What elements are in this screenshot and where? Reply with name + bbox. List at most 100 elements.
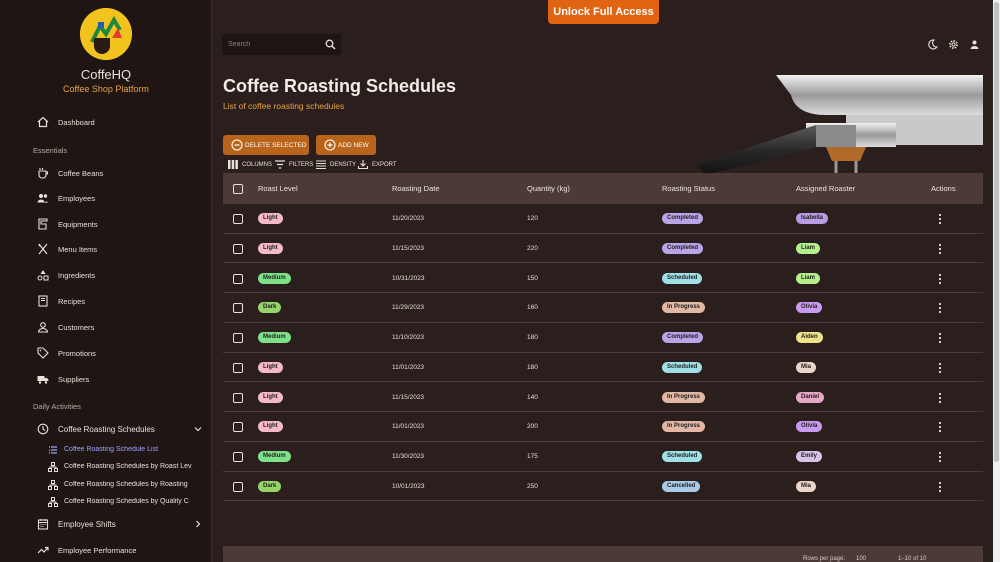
sidebar-item-equipments[interactable]: Equipments <box>0 213 211 235</box>
hierarchy-icon <box>48 497 58 507</box>
more-vert-icon[interactable] <box>937 213 943 225</box>
sidebar-subitem-roasting-by-roast-level[interactable]: Coffee Roasting Schedules by Roast Lev <box>0 459 211 475</box>
more-vert-icon[interactable] <box>937 362 943 374</box>
sidebar-subitem-label: Coffee Roasting Schedules by Roasting <box>64 481 188 488</box>
quantity-cell: 175 <box>527 453 538 460</box>
row-checkbox[interactable] <box>233 243 243 254</box>
table-row[interactable]: Medium 11/10/2023 180 Completed Aiden <box>223 323 983 353</box>
roasting-status-chip: Completed <box>662 242 704 254</box>
page-scrollbar[interactable] <box>993 0 1000 562</box>
more-vert-icon[interactable] <box>937 392 943 404</box>
table-row[interactable]: Dark 10/01/2023 250 Cancelled Mia <box>223 472 983 502</box>
table-row[interactable]: Light 11/01/2023 180 Scheduled Mia <box>223 353 983 383</box>
table-row[interactable]: Medium 10/31/2023 150 Scheduled Liam <box>223 264 983 294</box>
quantity-cell: 180 <box>527 363 538 371</box>
unlock-full-access-button[interactable]: Unlock Full Access <box>548 0 659 24</box>
sidebar-item-employees[interactable]: Employees <box>0 187 211 209</box>
table-row[interactable]: Light 11/15/2023 140 In Progress Daniel <box>223 383 983 413</box>
sidebar-subitem-label: Coffee Roasting Schedule List <box>64 446 159 453</box>
row-checkbox[interactable] <box>233 333 243 343</box>
roasting-status-chip: Scheduled <box>662 361 703 373</box>
sidebar-item-coffee-beans[interactable]: Coffee Beans <box>0 162 211 184</box>
sidebar-item-label: Employee Shifts <box>58 519 116 529</box>
add-new-button[interactable]: ADD NEW <box>316 135 376 155</box>
sidebar-item-label: Suppliers <box>58 374 90 384</box>
sidebar-subitem-roasting-by-quality[interactable]: Coffee Roasting Schedules by Quality C <box>0 494 211 510</box>
column-header-roast-level[interactable]: Roast Level <box>258 184 298 193</box>
roasting-status-chip: Completed <box>662 332 704 343</box>
sidebar-subitem-roasting-list[interactable]: Coffee Roasting Schedule List <box>0 442 211 458</box>
rows-per-page-select[interactable]: 100 <box>856 556 866 562</box>
more-vert-icon[interactable] <box>937 273 943 285</box>
roast-level-chip: Medium <box>258 451 291 462</box>
book-icon <box>38 295 48 307</box>
sidebar-item-suppliers[interactable]: Suppliers <box>0 368 211 390</box>
row-checkbox[interactable] <box>233 303 243 314</box>
table-row[interactable]: Light 11/15/2023 220 Completed Liam <box>223 234 983 264</box>
quantity-cell: 160 <box>527 304 538 312</box>
roasting-date-cell: 10/01/2023 <box>392 482 425 490</box>
roasting-date-cell: 11/01/2023 <box>392 423 425 431</box>
chevron-down-icon <box>194 427 202 432</box>
more-vert-icon[interactable] <box>937 421 943 433</box>
row-checkbox[interactable] <box>233 481 243 492</box>
sidebar-item-dashboard[interactable]: Dashboard <box>0 111 211 133</box>
row-checkbox[interactable] <box>233 362 243 373</box>
table-row[interactable]: Dark 11/29/2023 160 In Progress Olivia <box>223 293 983 323</box>
more-vert-icon[interactable] <box>937 332 943 344</box>
table-row[interactable]: Light 11/01/2023 200 In Progress Olivia <box>223 412 983 442</box>
sidebar-item-ingredients[interactable]: Ingredients <box>0 264 211 286</box>
assigned-roaster-chip: Olivia <box>796 302 823 314</box>
more-vert-icon[interactable] <box>937 302 943 314</box>
column-header-roasting-date[interactable]: Roasting Date <box>392 184 440 193</box>
column-header-assigned-roaster[interactable]: Assigned Roaster <box>796 184 855 193</box>
sidebar-item-recipes[interactable]: Recipes <box>0 290 211 312</box>
delete-selected-label: DELETE SELECTED <box>245 141 307 149</box>
sidebar-item-label: Coffee Roasting Schedules <box>58 424 155 434</box>
sidebar-item-employee-performance[interactable]: Employee Performance <box>0 539 211 561</box>
quantity-cell: 180 <box>527 334 538 341</box>
quantity-cell: 220 <box>527 244 538 252</box>
row-checkbox[interactable] <box>233 452 243 462</box>
section-label-essentials: Essentials <box>33 146 68 155</box>
quantity-cell: 140 <box>527 393 538 401</box>
brand-logo <box>80 8 132 60</box>
dark-mode-icon[interactable] <box>927 39 938 50</box>
assigned-roaster-chip: Aiden <box>796 332 823 343</box>
assigned-roaster-chip: Isabella <box>796 213 829 224</box>
gear-icon[interactable] <box>948 39 959 50</box>
row-checkbox[interactable] <box>233 392 243 403</box>
table-row[interactable]: Light 11/20/2023 120 Completed Isabella <box>223 204 983 234</box>
search-icon[interactable] <box>325 39 336 50</box>
table-header: Roast Level Roasting Date Quantity (kg) … <box>223 173 983 204</box>
filter-icon <box>275 160 285 169</box>
column-header-quantity[interactable]: Quantity (kg) <box>527 184 570 193</box>
row-checkbox[interactable] <box>233 422 243 433</box>
search-input[interactable] <box>228 37 318 52</box>
more-vert-icon[interactable] <box>937 451 943 463</box>
more-vert-icon[interactable] <box>937 243 943 255</box>
select-all-checkbox[interactable] <box>233 184 243 194</box>
row-checkbox[interactable] <box>233 273 243 284</box>
sidebar-item-coffee-roasting-schedules[interactable]: Coffee Roasting Schedules <box>0 418 211 440</box>
sidebar-item-employee-shifts[interactable]: Employee Shifts <box>0 513 211 535</box>
sidebar-item-promotions[interactable]: Promotions <box>0 342 211 364</box>
account-icon[interactable] <box>969 39 980 50</box>
columns-icon <box>228 160 238 169</box>
more-vert-icon[interactable] <box>937 481 943 493</box>
row-checkbox[interactable] <box>233 214 243 224</box>
table-row[interactable]: Medium 11/30/2023 175 Scheduled Emily <box>223 442 983 472</box>
sidebar-item-menu-items[interactable]: Menu Items <box>0 238 211 260</box>
delete-selected-button[interactable]: DELETE SELECTED <box>223 135 309 155</box>
scrollbar-thumb[interactable] <box>994 2 999 462</box>
sidebar-item-label: Ingredients <box>58 270 96 280</box>
page-title: Coffee Roasting Schedules <box>223 76 457 96</box>
export-label: EXPORT <box>372 162 397 168</box>
sidebar-item-customers[interactable]: Customers <box>0 316 211 338</box>
calendar-icon <box>37 519 49 530</box>
sidebar-subitem-label: Coffee Roasting Schedules by Quality C <box>64 498 189 505</box>
column-header-roasting-status[interactable]: Roasting Status <box>662 184 715 193</box>
sidebar-subitem-roasting-by-roasting[interactable]: Coffee Roasting Schedules by Roasting <box>0 477 211 493</box>
assigned-roaster-chip: Mia <box>796 361 817 373</box>
roasting-date-cell: 11/15/2023 <box>392 244 425 252</box>
